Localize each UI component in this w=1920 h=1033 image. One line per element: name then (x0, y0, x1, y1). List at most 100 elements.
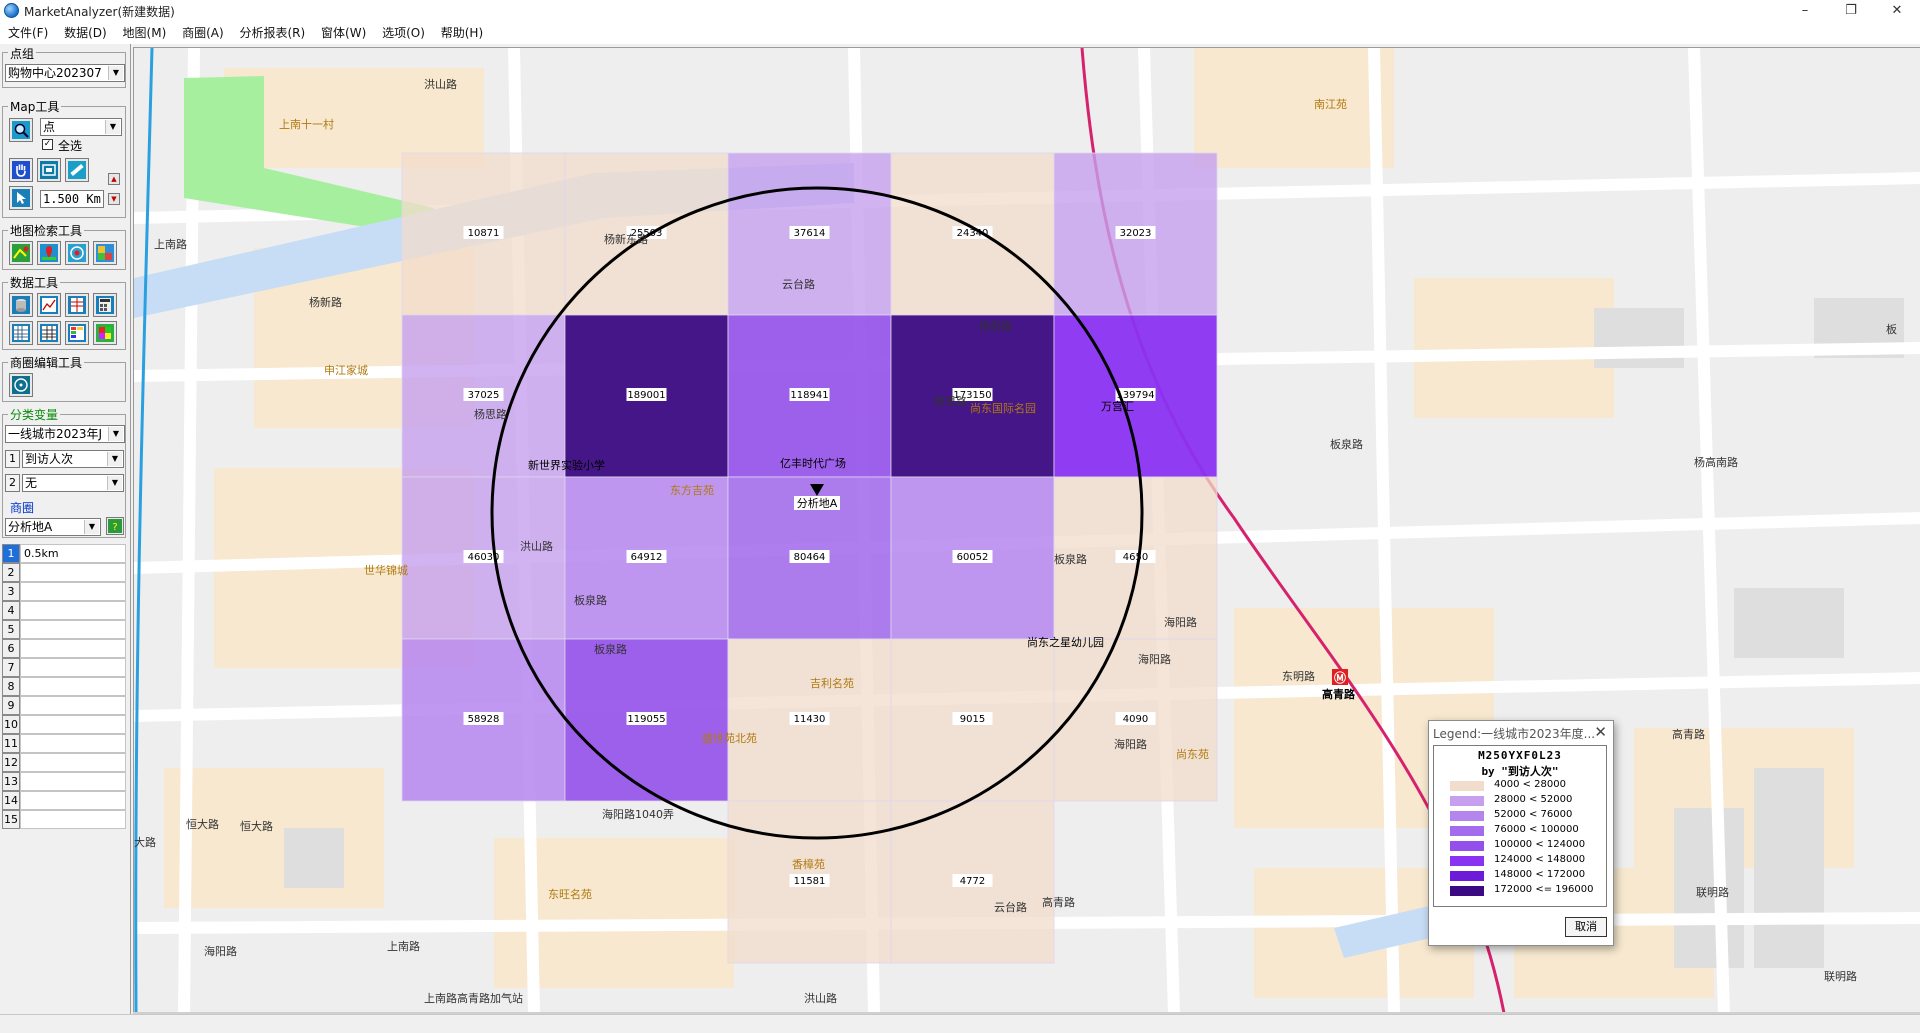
ring-row-value[interactable] (20, 620, 126, 639)
ring-table-row[interactable]: 12 (2, 753, 126, 772)
minimize-button[interactable]: – (1782, 0, 1828, 22)
scale-down-button[interactable]: ▼ (108, 193, 120, 205)
ring-row-value[interactable] (20, 582, 126, 601)
ring-row-number[interactable]: 7 (2, 658, 20, 677)
ring-row-value[interactable] (20, 639, 126, 658)
distance-field[interactable]: 1.500 Km (40, 190, 104, 208)
ring-row-number[interactable]: 9 (2, 696, 20, 715)
cancel-button[interactable]: 取消 (1565, 917, 1607, 937)
ruler-tool-button[interactable] (65, 158, 89, 182)
pointer-tool-button[interactable] (9, 186, 33, 210)
pan-tool-button[interactable] (9, 158, 33, 182)
ring-row-value[interactable] (20, 772, 126, 791)
ring-table-row[interactable]: 1 0.5km (2, 544, 126, 563)
ring-table-row[interactable]: 9 (2, 696, 126, 715)
menu-trade-area[interactable]: 商圈(A) (176, 22, 230, 44)
select-all-checkbox[interactable]: ✓ (42, 139, 53, 150)
menu-help[interactable]: 帮助(H) (435, 22, 489, 44)
road-label: 海阳路 (204, 944, 237, 958)
ring-table-row[interactable]: 2 (2, 563, 126, 582)
ring-row-number[interactable]: 12 (2, 753, 20, 772)
maximize-button[interactable]: ❐ (1828, 0, 1874, 22)
ring-row-value[interactable] (20, 791, 126, 810)
menu-report[interactable]: 分析报表(R) (234, 22, 312, 44)
ring-row-number[interactable]: 5 (2, 620, 20, 639)
heat-cell-value: 32023 (1120, 228, 1152, 239)
menu-file[interactable]: 文件(F) (2, 22, 54, 44)
ring-table-row[interactable]: 7 (2, 658, 126, 677)
legend-window[interactable]: Legend:一线城市2023年度... ✕ M250YXF0L23 by "到… (1428, 720, 1614, 946)
ring-row-number[interactable]: 14 (2, 791, 20, 810)
ring-row-number[interactable]: 13 (2, 772, 20, 791)
ring-table-row[interactable]: 11 (2, 734, 126, 753)
ring-row-number[interactable]: 8 (2, 677, 20, 696)
ring-row-value[interactable] (20, 753, 126, 772)
ring-table-row[interactable]: 14 (2, 791, 126, 810)
ring-row-value[interactable] (20, 715, 126, 734)
chart-button[interactable] (37, 293, 61, 317)
ring-row-value[interactable] (20, 734, 126, 753)
database-icon (12, 296, 30, 314)
poi-label: 新世界实验小学 (528, 458, 605, 472)
ring-row-value[interactable] (20, 677, 126, 696)
ring-table-row[interactable]: 6 (2, 639, 126, 658)
map-tool-mode-select[interactable]: 点 ▼ (40, 118, 122, 136)
map-svg[interactable]: 10871 25503 37614 24340 3202337025 189001 1189… (134, 48, 1920, 1013)
ring-table-row[interactable]: 10 (2, 715, 126, 734)
point-group-select[interactable]: 购物中心202307 ▼ (5, 64, 125, 82)
ring-select[interactable]: 分析地A ▼ (5, 518, 101, 536)
ring-table-row[interactable]: 3 (2, 582, 126, 601)
select-all-label: 全选 (58, 139, 83, 153)
table-2-button[interactable] (37, 321, 61, 345)
ring-row-number[interactable]: 11 (2, 734, 20, 753)
zoom-tool-button[interactable] (9, 118, 33, 142)
ring-row-number[interactable]: 1 (2, 544, 20, 563)
heatmap-button[interactable] (93, 321, 117, 345)
ring-apply-button[interactable]: ? (106, 517, 124, 535)
class-var-select[interactable]: 一线城市2023年J ▼ (5, 425, 125, 443)
ring-edit-button[interactable] (9, 373, 33, 397)
search-tool-3-button[interactable] (65, 241, 89, 265)
legend-box: M250YXF0L23 by "到访人次" 4000 < 28000 28000 … (1433, 745, 1607, 907)
menu-map[interactable]: 地图(M) (117, 22, 173, 44)
ring-row-value[interactable] (20, 696, 126, 715)
ring-table-row[interactable]: 13 (2, 772, 126, 791)
ring-table-row[interactable]: 4 (2, 601, 126, 620)
close-button[interactable]: ✕ (1874, 0, 1920, 22)
menu-data[interactable]: 数据(D) (58, 22, 113, 44)
ring-row-value[interactable] (20, 563, 126, 582)
legend-close-icon[interactable]: ✕ (1594, 723, 1607, 741)
database-button[interactable] (9, 293, 33, 317)
ring-row-number[interactable]: 4 (2, 601, 20, 620)
rect-select-button[interactable] (37, 158, 61, 182)
ring-row-number[interactable]: 15 (2, 810, 20, 829)
ring-row-number[interactable]: 10 (2, 715, 20, 734)
classify-button[interactable] (65, 321, 89, 345)
ring-row-value[interactable] (20, 810, 126, 829)
ring-row-number[interactable]: 3 (2, 582, 20, 601)
road-label: 板泉路 (594, 642, 627, 656)
ring-row-number[interactable]: 6 (2, 639, 20, 658)
ring-table-row[interactable]: 15 (2, 810, 126, 829)
road-label: 东明路 (1282, 670, 1315, 683)
scale-up-button[interactable]: ▲ (108, 173, 120, 185)
search-tool-1-button[interactable] (9, 241, 33, 265)
menu-window[interactable]: 窗体(W) (315, 22, 372, 44)
grid-button[interactable] (9, 321, 33, 345)
menu-options[interactable]: 选项(O) (376, 22, 431, 44)
ring-table-row[interactable]: 5 (2, 620, 126, 639)
road-label: 洪山路 (424, 77, 457, 91)
ring-table-row[interactable]: 8 (2, 677, 126, 696)
var1-select[interactable]: 到访人次 ▼ (22, 450, 124, 468)
color-classes-icon (68, 324, 86, 342)
search-tool-4-button[interactable] (93, 241, 117, 265)
map-canvas[interactable]: 10871 25503 37614 24340 32023 37025 189001 1189… (133, 47, 1920, 1013)
ring-row-number[interactable]: 2 (2, 563, 20, 582)
ring-row-value[interactable] (20, 658, 126, 677)
table-button[interactable] (65, 293, 89, 317)
ring-row-value[interactable] (20, 601, 126, 620)
var2-select[interactable]: 无 ▼ (22, 474, 124, 492)
calculator-button[interactable] (93, 293, 117, 317)
search-tool-2-button[interactable] (37, 241, 61, 265)
ring-row-value[interactable]: 0.5km (20, 544, 126, 563)
